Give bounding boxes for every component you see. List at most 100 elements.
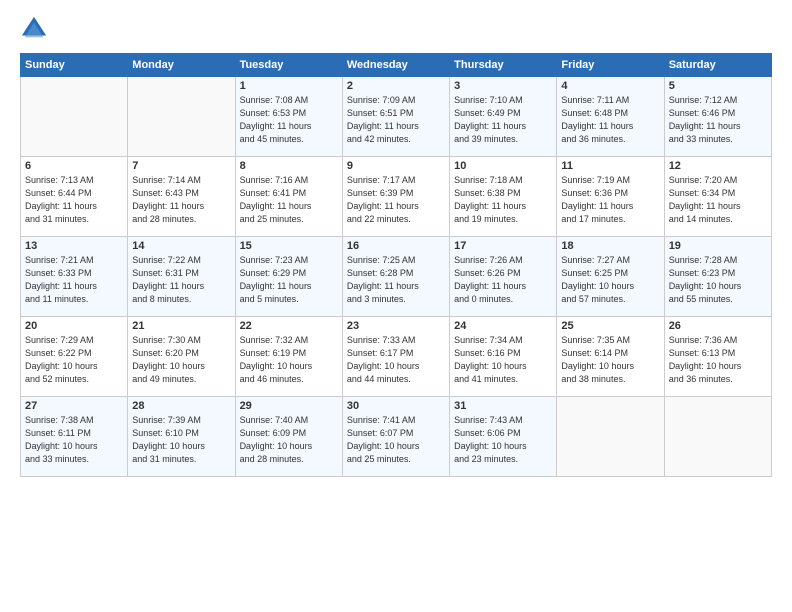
day-cell: 29 Sunrise: 7:40 AM Sunset: 6:09 PM Dayli…	[235, 397, 342, 477]
day-number: 18	[561, 240, 659, 252]
calendar-header-row: SundayMondayTuesdayWednesdayThursdayFrid…	[21, 54, 772, 77]
day-info: Sunrise: 7:20 AM Sunset: 6:34 PM Dayligh…	[669, 174, 767, 226]
day-cell	[128, 77, 235, 157]
day-info: Sunrise: 7:12 AM Sunset: 6:46 PM Dayligh…	[669, 94, 767, 146]
day-number: 13	[25, 240, 123, 252]
day-number: 26	[669, 320, 767, 332]
day-cell: 17 Sunrise: 7:26 AM Sunset: 6:26 PM Dayli…	[450, 237, 557, 317]
day-cell: 3 Sunrise: 7:10 AM Sunset: 6:49 PM Daylig…	[450, 77, 557, 157]
day-cell	[557, 397, 664, 477]
day-cell: 12 Sunrise: 7:20 AM Sunset: 6:34 PM Dayli…	[664, 157, 771, 237]
day-number: 23	[347, 320, 445, 332]
day-number: 11	[561, 160, 659, 172]
day-number: 24	[454, 320, 552, 332]
day-info: Sunrise: 7:29 AM Sunset: 6:22 PM Dayligh…	[25, 334, 123, 386]
day-cell	[664, 397, 771, 477]
day-info: Sunrise: 7:08 AM Sunset: 6:53 PM Dayligh…	[240, 94, 338, 146]
day-info: Sunrise: 7:16 AM Sunset: 6:41 PM Dayligh…	[240, 174, 338, 226]
day-cell: 18 Sunrise: 7:27 AM Sunset: 6:25 PM Dayli…	[557, 237, 664, 317]
day-cell: 11Sunrise: 7:19 AM Sunset: 6:36 PM Dayli…	[557, 157, 664, 237]
day-number: 30	[347, 400, 445, 412]
col-header-friday: Friday	[557, 54, 664, 77]
day-number: 6	[25, 160, 123, 172]
week-row-3: 13 Sunrise: 7:21 AM Sunset: 6:33 PM Dayli…	[21, 237, 772, 317]
col-header-tuesday: Tuesday	[235, 54, 342, 77]
header	[20, 15, 772, 43]
day-number: 19	[669, 240, 767, 252]
day-cell: 23 Sunrise: 7:33 AM Sunset: 6:17 PM Dayli…	[342, 317, 449, 397]
day-cell: 27Sunrise: 7:38 AM Sunset: 6:11 PM Dayli…	[21, 397, 128, 477]
logo-icon	[20, 15, 48, 43]
day-cell: 14 Sunrise: 7:22 AM Sunset: 6:31 PM Dayli…	[128, 237, 235, 317]
day-info: Sunrise: 7:27 AM Sunset: 6:25 PM Dayligh…	[561, 254, 659, 306]
day-number: 22	[240, 320, 338, 332]
day-cell: 4 Sunrise: 7:11 AM Sunset: 6:48 PM Daylig…	[557, 77, 664, 157]
day-cell: 30 Sunrise: 7:41 AM Sunset: 6:07 PM Dayli…	[342, 397, 449, 477]
calendar-table: SundayMondayTuesdayWednesdayThursdayFrid…	[20, 53, 772, 477]
day-number: 9	[347, 160, 445, 172]
day-cell: 26 Sunrise: 7:36 AM Sunset: 6:13 PM Dayli…	[664, 317, 771, 397]
day-info: Sunrise: 7:43 AM Sunset: 6:06 PM Dayligh…	[454, 414, 552, 466]
day-cell: 2 Sunrise: 7:09 AM Sunset: 6:51 PM Daylig…	[342, 77, 449, 157]
day-info: Sunrise: 7:09 AM Sunset: 6:51 PM Dayligh…	[347, 94, 445, 146]
day-number: 15	[240, 240, 338, 252]
day-cell: 22 Sunrise: 7:32 AM Sunset: 6:19 PM Dayli…	[235, 317, 342, 397]
col-header-saturday: Saturday	[664, 54, 771, 77]
day-cell: 24 Sunrise: 7:34 AM Sunset: 6:16 PM Dayli…	[450, 317, 557, 397]
day-info: Sunrise: 7:32 AM Sunset: 6:19 PM Dayligh…	[240, 334, 338, 386]
day-number: 5	[669, 80, 767, 92]
day-cell: 1 Sunrise: 7:08 AM Sunset: 6:53 PM Daylig…	[235, 77, 342, 157]
day-info: Sunrise: 7:40 AM Sunset: 6:09 PM Dayligh…	[240, 414, 338, 466]
day-number: 3	[454, 80, 552, 92]
day-number: 2	[347, 80, 445, 92]
day-number: 12	[669, 160, 767, 172]
day-cell: 31 Sunrise: 7:43 AM Sunset: 6:06 PM Dayli…	[450, 397, 557, 477]
col-header-wednesday: Wednesday	[342, 54, 449, 77]
day-info: Sunrise: 7:36 AM Sunset: 6:13 PM Dayligh…	[669, 334, 767, 386]
day-number: 28	[132, 400, 230, 412]
day-info: Sunrise: 7:33 AM Sunset: 6:17 PM Dayligh…	[347, 334, 445, 386]
day-info: Sunrise: 7:30 AM Sunset: 6:20 PM Dayligh…	[132, 334, 230, 386]
day-cell: 10Sunrise: 7:18 AM Sunset: 6:38 PM Dayli…	[450, 157, 557, 237]
day-cell: 13 Sunrise: 7:21 AM Sunset: 6:33 PM Dayli…	[21, 237, 128, 317]
day-cell	[21, 77, 128, 157]
day-number: 4	[561, 80, 659, 92]
week-row-5: 27Sunrise: 7:38 AM Sunset: 6:11 PM Dayli…	[21, 397, 772, 477]
week-row-1: 1 Sunrise: 7:08 AM Sunset: 6:53 PM Daylig…	[21, 77, 772, 157]
day-number: 10	[454, 160, 552, 172]
page: SundayMondayTuesdayWednesdayThursdayFrid…	[0, 0, 792, 612]
day-cell: 6 Sunrise: 7:13 AM Sunset: 6:44 PM Daylig…	[21, 157, 128, 237]
day-number: 1	[240, 80, 338, 92]
logo	[20, 15, 52, 43]
day-number: 20	[25, 320, 123, 332]
day-number: 31	[454, 400, 552, 412]
day-number: 21	[132, 320, 230, 332]
day-number: 7	[132, 160, 230, 172]
day-info: Sunrise: 7:10 AM Sunset: 6:49 PM Dayligh…	[454, 94, 552, 146]
day-cell: 5 Sunrise: 7:12 AM Sunset: 6:46 PM Daylig…	[664, 77, 771, 157]
day-info: Sunrise: 7:26 AM Sunset: 6:26 PM Dayligh…	[454, 254, 552, 306]
day-number: 16	[347, 240, 445, 252]
day-cell: 20 Sunrise: 7:29 AM Sunset: 6:22 PM Dayli…	[21, 317, 128, 397]
day-info: Sunrise: 7:28 AM Sunset: 6:23 PM Dayligh…	[669, 254, 767, 306]
day-cell: 9 Sunrise: 7:17 AM Sunset: 6:39 PM Daylig…	[342, 157, 449, 237]
day-info: Sunrise: 7:41 AM Sunset: 6:07 PM Dayligh…	[347, 414, 445, 466]
day-info: Sunrise: 7:34 AM Sunset: 6:16 PM Dayligh…	[454, 334, 552, 386]
day-number: 14	[132, 240, 230, 252]
col-header-monday: Monday	[128, 54, 235, 77]
day-info: Sunrise: 7:35 AM Sunset: 6:14 PM Dayligh…	[561, 334, 659, 386]
day-info: Sunrise: 7:22 AM Sunset: 6:31 PM Dayligh…	[132, 254, 230, 306]
day-cell: 28Sunrise: 7:39 AM Sunset: 6:10 PM Dayli…	[128, 397, 235, 477]
day-info: Sunrise: 7:11 AM Sunset: 6:48 PM Dayligh…	[561, 94, 659, 146]
day-info: Sunrise: 7:13 AM Sunset: 6:44 PM Dayligh…	[25, 174, 123, 226]
day-info: Sunrise: 7:21 AM Sunset: 6:33 PM Dayligh…	[25, 254, 123, 306]
day-number: 29	[240, 400, 338, 412]
day-info: Sunrise: 7:25 AM Sunset: 6:28 PM Dayligh…	[347, 254, 445, 306]
day-cell: 19 Sunrise: 7:28 AM Sunset: 6:23 PM Dayli…	[664, 237, 771, 317]
day-cell: 15Sunrise: 7:23 AM Sunset: 6:29 PM Dayli…	[235, 237, 342, 317]
day-number: 8	[240, 160, 338, 172]
day-cell: 7Sunrise: 7:14 AM Sunset: 6:43 PM Daylig…	[128, 157, 235, 237]
week-row-4: 20 Sunrise: 7:29 AM Sunset: 6:22 PM Dayli…	[21, 317, 772, 397]
day-info: Sunrise: 7:17 AM Sunset: 6:39 PM Dayligh…	[347, 174, 445, 226]
day-number: 17	[454, 240, 552, 252]
